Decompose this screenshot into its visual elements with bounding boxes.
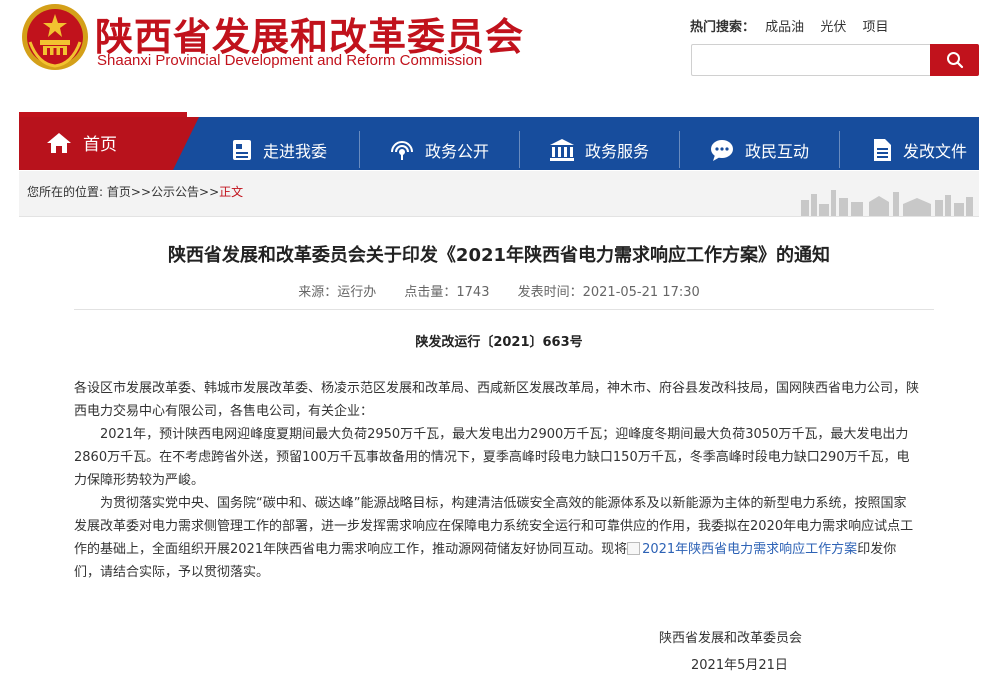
page: 陕西省发展和改革委员会 Shaanxi Provincial Developme… <box>0 0 987 686</box>
site-header: 陕西省发展和改革委员会 Shaanxi Provincial Developme… <box>0 0 987 112</box>
nav-item-interaction[interactable]: 政民互动 <box>679 129 839 170</box>
hot-search: 热门搜索： 成品油 光伏 项目 <box>690 16 900 35</box>
article-body: 各设区市发展改革委、韩城市发展改革委、杨凌示范区发展和改革局、西咸新区发展改革局… <box>74 377 919 584</box>
paragraph: 2021年，预计陕西电网迎峰度夏期间最大负荷2950万千瓦，最大发电出力2900… <box>74 427 910 488</box>
breadcrumb-prefix: 您所在的位置: <box>27 185 104 199</box>
breadcrumb-current: 正文 <box>219 185 244 199</box>
main-nav: 首页 走进我委 政务公开 政务服务 政民互动 发改文件 <box>19 112 979 170</box>
breadcrumb-bar: 您所在的位置: 首页>>公示公告>>正文 <box>19 171 979 217</box>
hot-search-term[interactable]: 成品油 <box>765 20 804 35</box>
building-icon <box>549 138 574 161</box>
nav-item-label: 走进我委 <box>262 141 327 161</box>
hot-search-term[interactable]: 项目 <box>862 20 888 35</box>
article: 陕西省发展和改革委员会关于印发《2021年陕西省电力需求响应工作方案》的通知 来… <box>19 217 979 686</box>
nav-item-about[interactable]: 走进我委 <box>199 129 359 170</box>
hot-search-term[interactable]: 光伏 <box>820 20 846 35</box>
search-button[interactable] <box>930 44 979 76</box>
nav-item-documents[interactable]: 发改文件 <box>839 129 987 170</box>
city-skyline-decoration <box>801 190 973 216</box>
paragraph: 为贯彻落实党中央、国务院“碳中和、碳达峰”能源战略目标，构建清洁低碳安全高效的能… <box>74 492 919 584</box>
nav-item-label: 政务服务 <box>584 141 649 161</box>
nav-home-label: 首页 <box>83 135 117 155</box>
chat-icon <box>710 139 733 161</box>
breadcrumb-separator: >> <box>199 185 220 199</box>
attachment-link[interactable]: 2021年陕西省电力需求响应工作方案 <box>642 542 857 557</box>
nav-item-label: 发改文件 <box>902 141 967 161</box>
signal-icon <box>390 140 413 160</box>
home-icon <box>47 132 71 153</box>
article-date: 发表时间：2021-05-21 17:30 <box>517 285 700 300</box>
nav-home-content: 首页 <box>45 130 117 155</box>
search-icon <box>946 52 963 69</box>
nav-item-label: 政务公开 <box>424 141 489 161</box>
nav-separator <box>359 131 360 168</box>
breadcrumb-notices[interactable]: 公示公告 <box>151 185 199 199</box>
nav-home[interactable]: 首页 <box>19 117 173 170</box>
article-source: 来源：运行办 <box>298 285 377 300</box>
broken-image-icon <box>627 542 641 555</box>
document-number: 陕发改运行〔2021〕663号 <box>415 335 583 350</box>
breadcrumb-separator: >> <box>130 185 151 199</box>
divider <box>74 309 934 310</box>
hot-search-label: 热门搜索： <box>690 20 756 35</box>
site-title-en: Shaanxi Provincial Development and Refor… <box>97 52 483 69</box>
document-icon <box>232 139 251 160</box>
breadcrumb-home[interactable]: 首页 <box>107 185 131 199</box>
national-emblem-icon <box>22 4 88 70</box>
nav-separator <box>839 131 840 168</box>
breadcrumb: 您所在的位置: 首页>>公示公告>>正文 <box>27 183 243 200</box>
nav-separator <box>679 131 680 168</box>
nav-home-fold <box>173 117 199 170</box>
addressee: 各设区市发展改革委、韩城市发展改革委、杨凌示范区发展和改革局、西咸新区发展改革局… <box>74 381 920 419</box>
file-icon <box>873 138 891 161</box>
nav-separator <box>519 131 520 168</box>
nav-item-label: 政民互动 <box>744 141 809 161</box>
search-input[interactable] <box>691 44 931 76</box>
article-meta: 来源：运行办 点击量：1743 发表时间：2021-05-21 17:30 <box>19 281 979 300</box>
article-clicks: 点击量：1743 <box>404 285 490 300</box>
nav-item-gov-affairs[interactable]: 政务公开 <box>359 129 519 170</box>
nav-item-services[interactable]: 政务服务 <box>519 129 679 170</box>
signature-org: 陕西省发展和改革委员会 <box>659 631 803 646</box>
article-title: 陕西省发展和改革委员会关于印发《2021年陕西省电力需求响应工作方案》的通知 <box>167 245 831 266</box>
signature-date: 2021年5月21日 <box>691 658 788 673</box>
